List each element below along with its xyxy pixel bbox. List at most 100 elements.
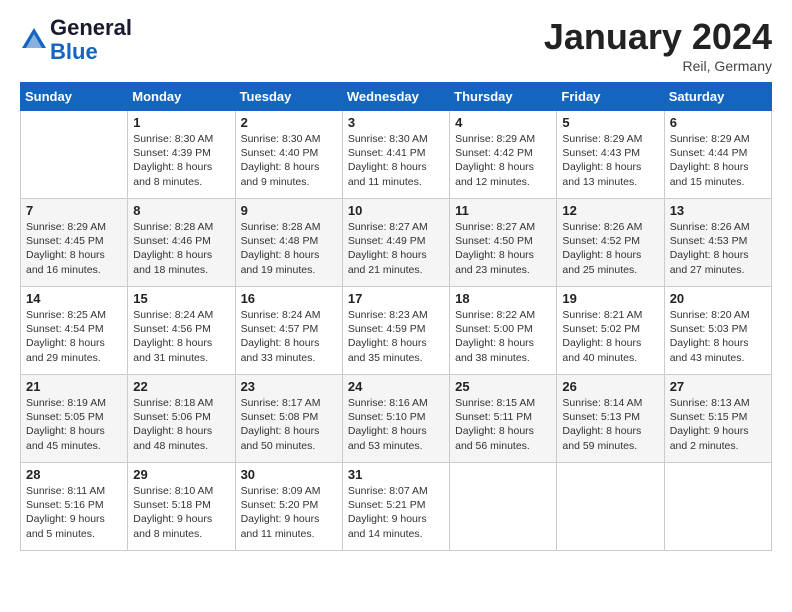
day-detail: Sunrise: 8:19 AM Sunset: 5:05 PM Dayligh… [26,396,122,453]
logo: General Blue [20,16,132,64]
day-number: 2 [241,115,337,130]
week-row-2: 7 Sunrise: 8:29 AM Sunset: 4:45 PM Daylig… [21,199,772,287]
day-number: 7 [26,203,122,218]
day-number: 10 [348,203,444,218]
day-detail: Sunrise: 8:30 AM Sunset: 4:40 PM Dayligh… [241,132,337,189]
weekday-header-thursday: Thursday [450,83,557,111]
day-number: 30 [241,467,337,482]
day-number: 5 [562,115,658,130]
week-row-1: 1 Sunrise: 8:30 AM Sunset: 4:39 PM Daylig… [21,111,772,199]
day-detail: Sunrise: 8:27 AM Sunset: 4:49 PM Dayligh… [348,220,444,277]
day-detail: Sunrise: 8:29 AM Sunset: 4:45 PM Dayligh… [26,220,122,277]
calendar-cell: 29 Sunrise: 8:10 AM Sunset: 5:18 PM Dayli… [128,463,235,551]
calendar-cell: 7 Sunrise: 8:29 AM Sunset: 4:45 PM Daylig… [21,199,128,287]
month-title: January 2024 [544,16,772,58]
day-number: 24 [348,379,444,394]
calendar-cell: 22 Sunrise: 8:18 AM Sunset: 5:06 PM Dayli… [128,375,235,463]
location: Reil, Germany [544,58,772,74]
day-detail: Sunrise: 8:09 AM Sunset: 5:20 PM Dayligh… [241,484,337,541]
day-detail: Sunrise: 8:24 AM Sunset: 4:56 PM Dayligh… [133,308,229,365]
calendar-cell: 31 Sunrise: 8:07 AM Sunset: 5:21 PM Dayli… [342,463,449,551]
day-detail: Sunrise: 8:30 AM Sunset: 4:39 PM Dayligh… [133,132,229,189]
day-number: 28 [26,467,122,482]
calendar-cell: 12 Sunrise: 8:26 AM Sunset: 4:52 PM Dayli… [557,199,664,287]
day-detail: Sunrise: 8:11 AM Sunset: 5:16 PM Dayligh… [26,484,122,541]
day-number: 9 [241,203,337,218]
calendar-cell [450,463,557,551]
calendar-cell: 19 Sunrise: 8:21 AM Sunset: 5:02 PM Dayli… [557,287,664,375]
day-detail: Sunrise: 8:07 AM Sunset: 5:21 PM Dayligh… [348,484,444,541]
calendar-cell: 30 Sunrise: 8:09 AM Sunset: 5:20 PM Dayli… [235,463,342,551]
day-detail: Sunrise: 8:29 AM Sunset: 4:43 PM Dayligh… [562,132,658,189]
day-number: 16 [241,291,337,306]
day-detail: Sunrise: 8:16 AM Sunset: 5:10 PM Dayligh… [348,396,444,453]
calendar-cell: 10 Sunrise: 8:27 AM Sunset: 4:49 PM Dayli… [342,199,449,287]
day-number: 1 [133,115,229,130]
calendar-cell: 24 Sunrise: 8:16 AM Sunset: 5:10 PM Dayli… [342,375,449,463]
calendar-cell: 14Sunrise: 8:25 AM Sunset: 4:54 PM Dayli… [21,287,128,375]
day-detail: Sunrise: 8:27 AM Sunset: 4:50 PM Dayligh… [455,220,551,277]
day-detail: Sunrise: 8:22 AM Sunset: 5:00 PM Dayligh… [455,308,551,365]
day-detail: Sunrise: 8:28 AM Sunset: 4:48 PM Dayligh… [241,220,337,277]
day-detail: Sunrise: 8:17 AM Sunset: 5:08 PM Dayligh… [241,396,337,453]
logo-icon [20,26,48,54]
week-row-5: 28 Sunrise: 8:11 AM Sunset: 5:16 PM Dayli… [21,463,772,551]
calendar-cell: 9 Sunrise: 8:28 AM Sunset: 4:48 PM Daylig… [235,199,342,287]
calendar-cell: 11Sunrise: 8:27 AM Sunset: 4:50 PM Dayli… [450,199,557,287]
calendar-cell: 27Sunrise: 8:13 AM Sunset: 5:15 PM Dayli… [664,375,771,463]
calendar-cell [664,463,771,551]
calendar-cell: 18 Sunrise: 8:22 AM Sunset: 5:00 PM Dayli… [450,287,557,375]
day-number: 20 [670,291,766,306]
day-detail: Sunrise: 8:10 AM Sunset: 5:18 PM Dayligh… [133,484,229,541]
calendar-cell: 6 Sunrise: 8:29 AM Sunset: 4:44 PM Daylig… [664,111,771,199]
day-number: 18 [455,291,551,306]
header: General Blue January 2024 Reil, Germany [20,16,772,74]
calendar-cell [557,463,664,551]
day-detail: Sunrise: 8:23 AM Sunset: 4:59 PM Dayligh… [348,308,444,365]
day-number: 22 [133,379,229,394]
day-number: 6 [670,115,766,130]
logo-text: General Blue [50,16,132,64]
calendar-cell [21,111,128,199]
day-number: 19 [562,291,658,306]
day-detail: Sunrise: 8:20 AM Sunset: 5:03 PM Dayligh… [670,308,766,365]
day-number: 31 [348,467,444,482]
day-detail: Sunrise: 8:30 AM Sunset: 4:41 PM Dayligh… [348,132,444,189]
day-number: 25 [455,379,551,394]
day-number: 21 [26,379,122,394]
calendar-cell: 20 Sunrise: 8:20 AM Sunset: 5:03 PM Dayli… [664,287,771,375]
day-number: 17 [348,291,444,306]
title-area: January 2024 Reil, Germany [544,16,772,74]
calendar-cell: 13 Sunrise: 8:26 AM Sunset: 4:53 PM Dayli… [664,199,771,287]
calendar-cell: 4Sunrise: 8:29 AM Sunset: 4:42 PM Daylig… [450,111,557,199]
calendar-table: SundayMondayTuesdayWednesdayThursdayFrid… [20,82,772,551]
day-detail: Sunrise: 8:15 AM Sunset: 5:11 PM Dayligh… [455,396,551,453]
day-number: 3 [348,115,444,130]
calendar-cell: 2 Sunrise: 8:30 AM Sunset: 4:40 PM Daylig… [235,111,342,199]
day-detail: Sunrise: 8:28 AM Sunset: 4:46 PM Dayligh… [133,220,229,277]
calendar-cell: 25 Sunrise: 8:15 AM Sunset: 5:11 PM Dayli… [450,375,557,463]
day-detail: Sunrise: 8:21 AM Sunset: 5:02 PM Dayligh… [562,308,658,365]
day-detail: Sunrise: 8:14 AM Sunset: 5:13 PM Dayligh… [562,396,658,453]
day-detail: Sunrise: 8:26 AM Sunset: 4:52 PM Dayligh… [562,220,658,277]
calendar-cell: 21 Sunrise: 8:19 AM Sunset: 5:05 PM Dayli… [21,375,128,463]
weekday-header-sunday: Sunday [21,83,128,111]
weekday-header-row: SundayMondayTuesdayWednesdayThursdayFrid… [21,83,772,111]
day-detail: Sunrise: 8:13 AM Sunset: 5:15 PM Dayligh… [670,396,766,453]
day-number: 13 [670,203,766,218]
calendar-cell: 26 Sunrise: 8:14 AM Sunset: 5:13 PM Dayli… [557,375,664,463]
day-detail: Sunrise: 8:24 AM Sunset: 4:57 PM Dayligh… [241,308,337,365]
calendar-cell: 23Sunrise: 8:17 AM Sunset: 5:08 PM Dayli… [235,375,342,463]
day-detail: Sunrise: 8:18 AM Sunset: 5:06 PM Dayligh… [133,396,229,453]
weekday-header-monday: Monday [128,83,235,111]
calendar-cell: 28 Sunrise: 8:11 AM Sunset: 5:16 PM Dayli… [21,463,128,551]
day-number: 26 [562,379,658,394]
day-number: 29 [133,467,229,482]
day-number: 12 [562,203,658,218]
weekday-header-saturday: Saturday [664,83,771,111]
weekday-header-friday: Friday [557,83,664,111]
day-detail: Sunrise: 8:26 AM Sunset: 4:53 PM Dayligh… [670,220,766,277]
weekday-header-wednesday: Wednesday [342,83,449,111]
calendar-cell: 16 Sunrise: 8:24 AM Sunset: 4:57 PM Dayli… [235,287,342,375]
day-detail: Sunrise: 8:29 AM Sunset: 4:44 PM Dayligh… [670,132,766,189]
